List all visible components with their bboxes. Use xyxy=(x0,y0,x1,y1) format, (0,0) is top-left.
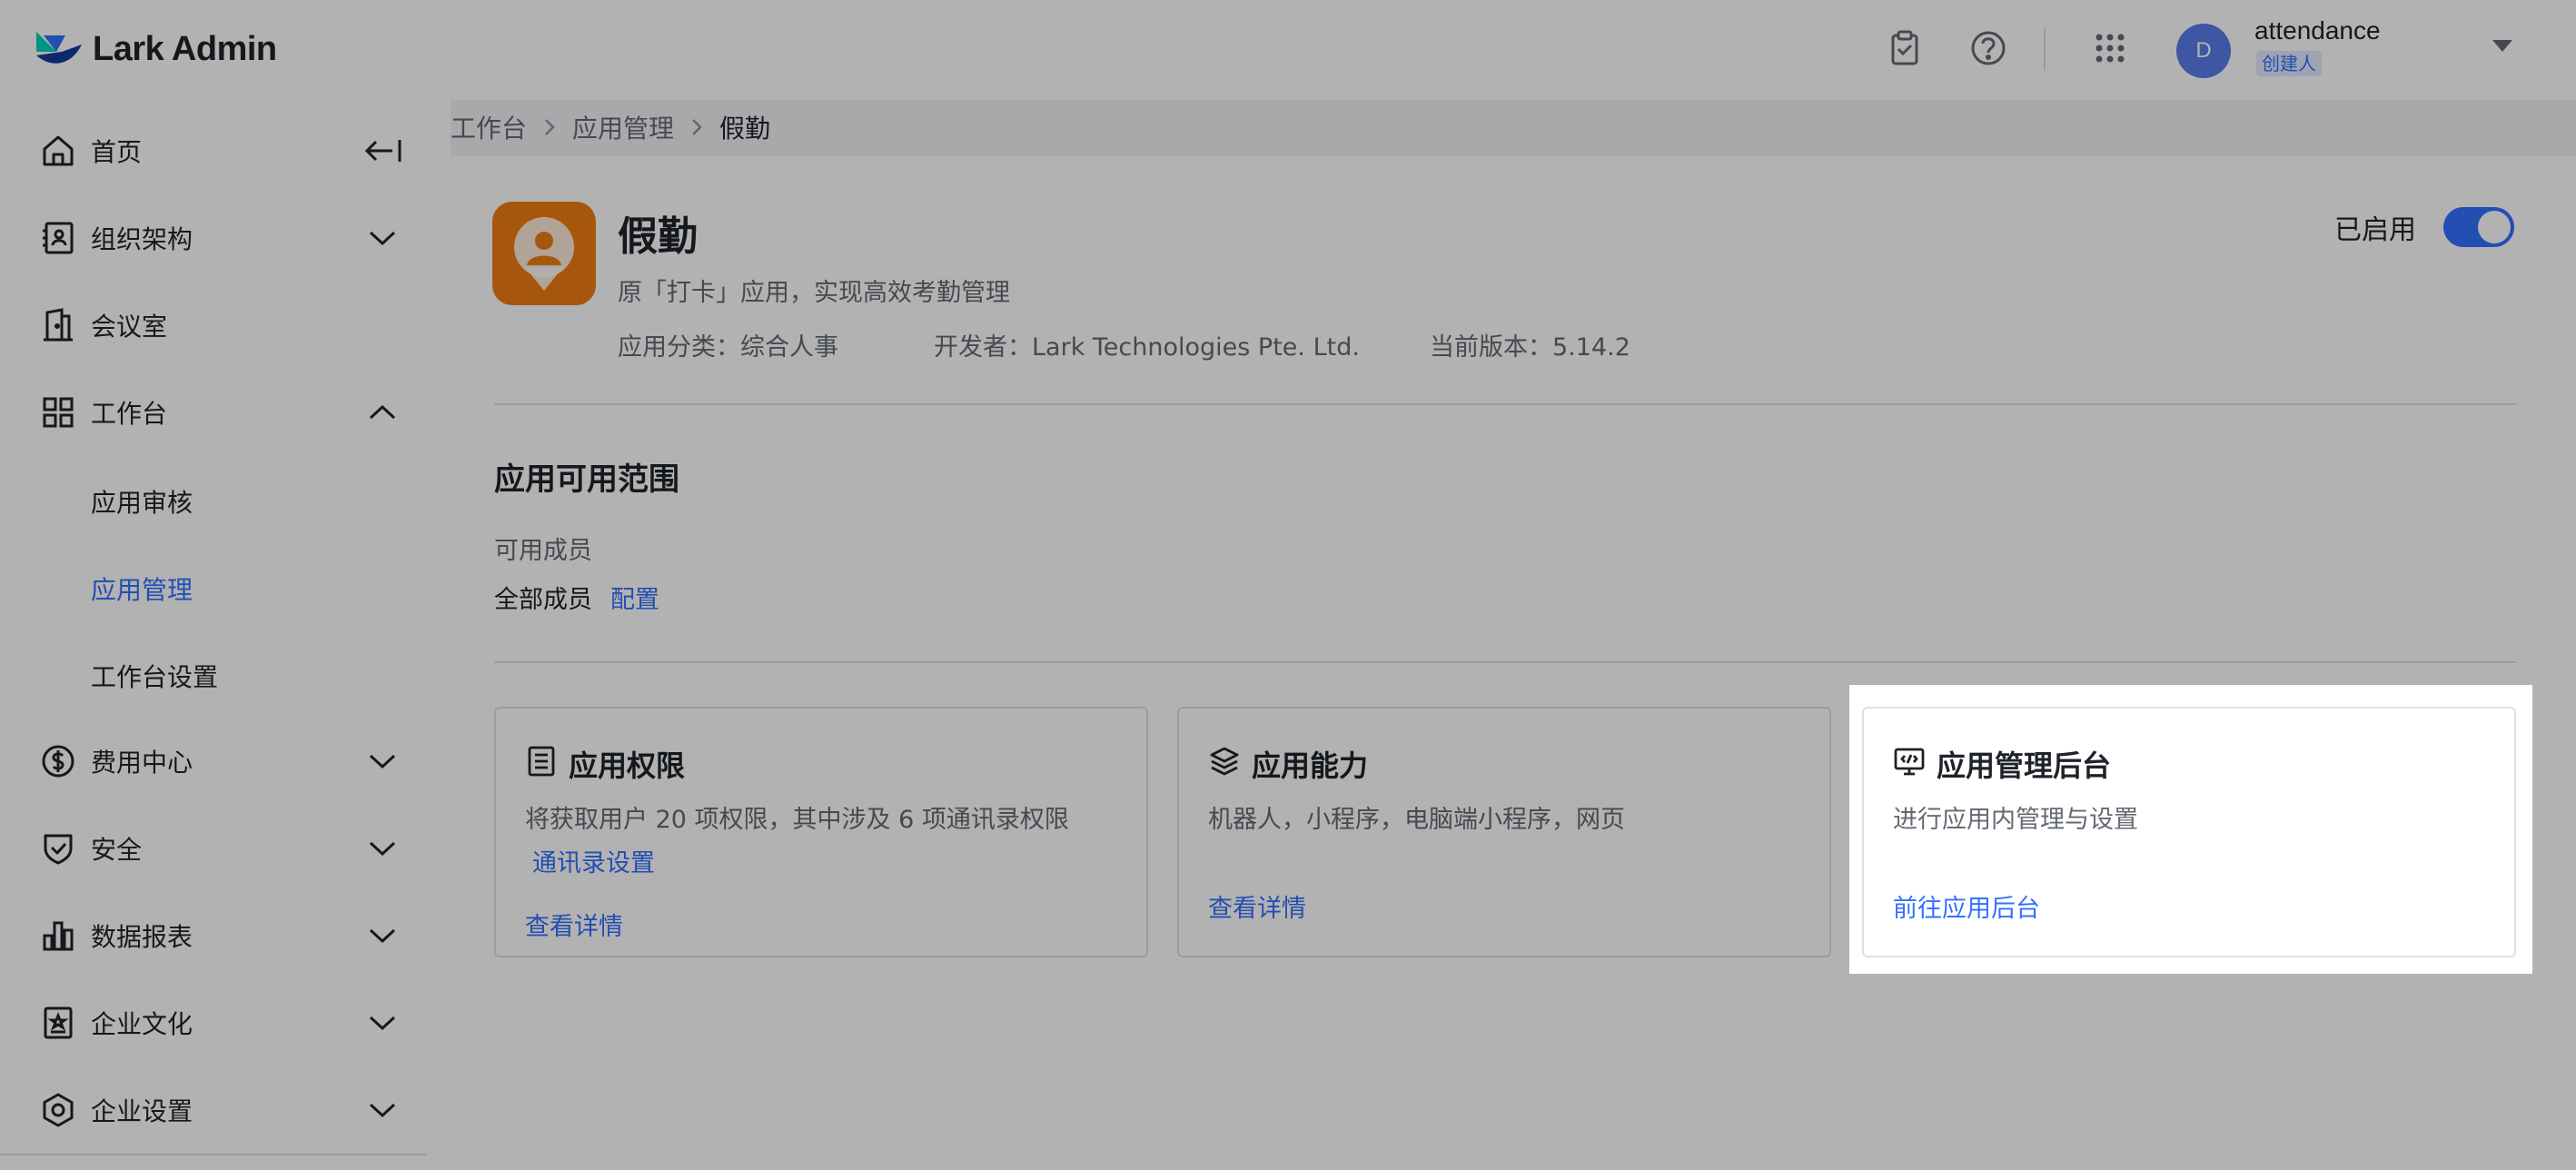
content-panel xyxy=(451,156,2576,1170)
bar-chart-icon xyxy=(40,917,76,954)
view-details-link[interactable]: 查看详情 xyxy=(525,907,623,942)
app-description: 原「打卡」应用，实现高效考勤管理 xyxy=(618,279,1010,307)
lark-logo-icon xyxy=(36,32,82,64)
contacts-settings-link[interactable]: 通讯录设置 xyxy=(532,843,655,878)
breadcrumb-workplace[interactable]: 工作台 xyxy=(451,109,527,145)
org-icon xyxy=(40,220,76,256)
header-separator xyxy=(2044,27,2046,71)
card-title: 应用权限 xyxy=(569,749,686,783)
chevron-down-icon xyxy=(369,754,396,769)
card-title: 应用管理后台 xyxy=(1937,749,2112,783)
go-to-admin-console-link[interactable]: 前往应用后台 xyxy=(1893,888,2040,924)
billing-icon xyxy=(40,743,76,779)
culture-icon xyxy=(40,1005,76,1041)
chevron-down-icon xyxy=(369,231,396,246)
enable-toggle[interactable] xyxy=(2443,207,2514,247)
sidebar-item-label: 费用中心 xyxy=(91,748,193,778)
document-list-icon xyxy=(528,746,555,777)
sidebar-subitem-app-management[interactable]: 应用管理 xyxy=(0,543,427,630)
chevron-down-icon xyxy=(369,1103,396,1118)
sidebar-item-settings[interactable]: 企业设置 xyxy=(0,1066,427,1154)
toggle-knob xyxy=(2478,211,2511,243)
sidebar-item-billing[interactable]: 费用中心 xyxy=(0,718,427,805)
sidebar-item-label: 企业文化 xyxy=(91,1009,193,1039)
sidebar-item-org[interactable]: 组织架构 xyxy=(0,194,427,282)
settings-icon xyxy=(40,1092,76,1128)
breadcrumb-app-management[interactable]: 应用管理 xyxy=(572,109,674,145)
card-app-capabilities: 应用能力 机器人，小程序，电脑端小程序，网页 查看详情 xyxy=(1177,707,1831,957)
view-details-link[interactable]: 查看详情 xyxy=(1208,888,1306,924)
caret-down-icon[interactable] xyxy=(2492,40,2512,53)
sidebar-item-home[interactable]: 首页 xyxy=(0,107,427,194)
sidebar-item-security[interactable]: 安全 xyxy=(0,805,427,892)
breadcrumb: 工作台 应用管理 假勤 xyxy=(451,107,770,147)
status-label: 已启用 xyxy=(2334,214,2416,246)
user-role-badge: 创建人 xyxy=(2256,51,2322,76)
app-name: 假勤 xyxy=(618,213,698,260)
card-app-permissions: 应用权限 将获取用户 20 项权限，其中涉及 6 项通讯录权限 通讯录设置 查看… xyxy=(494,707,1148,957)
chevron-right-icon xyxy=(545,119,555,135)
app-grid-icon[interactable] xyxy=(2089,27,2131,69)
sidebar-item-label: 安全 xyxy=(91,835,143,865)
sidebar-divider xyxy=(0,1154,427,1155)
logo-text: Lark Admin xyxy=(93,29,277,68)
chevron-down-icon xyxy=(369,928,396,944)
sidebar-item-workplace[interactable]: 工作台 xyxy=(0,369,427,456)
workplace-icon xyxy=(40,394,76,431)
layers-icon xyxy=(1210,747,1239,776)
chevron-down-icon xyxy=(369,841,396,857)
code-monitor-icon xyxy=(1894,748,1925,776)
help-icon[interactable] xyxy=(1967,27,2009,69)
sidebar-item-label: 首页 xyxy=(91,137,143,167)
card-description: 将获取用户 20 项权限，其中涉及 6 项通讯录权限 xyxy=(525,806,1069,834)
app-developer: 开发者：Lark Technologies Pte. Ltd. xyxy=(934,333,1360,362)
meeting-room-icon xyxy=(40,307,76,343)
card-title: 应用能力 xyxy=(1252,749,1369,783)
chevron-up-icon xyxy=(369,404,396,420)
scope-members-value: 全部成员 xyxy=(494,586,592,614)
sidebar-subitem-label: 应用管理 xyxy=(91,575,193,605)
divider xyxy=(494,403,2516,405)
location-person-icon xyxy=(514,217,574,291)
sidebar-subitem-workplace-settings[interactable]: 工作台设置 xyxy=(0,630,427,718)
lark-admin-logo[interactable]: Lark Admin xyxy=(35,27,277,71)
app-icon xyxy=(492,202,596,305)
app-version: 当前版本：5.14.2 xyxy=(1430,333,1630,362)
card-app-admin-console: 应用管理后台 进行应用内管理与设置 前往应用后台 xyxy=(1862,707,2516,957)
breadcrumb-current: 假勤 xyxy=(719,114,771,144)
configure-link[interactable]: 配置 xyxy=(610,580,659,615)
sidebar-item-label: 组织架构 xyxy=(91,224,193,254)
sidebar: 首页 组织架构 会议室 工作台 应用审核 应用管理 工作台设置 费用中心 安全 … xyxy=(0,100,451,1170)
avatar[interactable]: D xyxy=(2176,24,2231,78)
sidebar-item-label: 会议室 xyxy=(91,312,168,342)
sidebar-subitem-label: 应用审核 xyxy=(91,488,193,518)
chevron-down-icon xyxy=(369,1016,396,1031)
sidebar-subitem-label: 工作台设置 xyxy=(91,662,219,692)
sidebar-item-meeting-room[interactable]: 会议室 xyxy=(0,282,427,369)
sidebar-subitem-app-review[interactable]: 应用审核 xyxy=(0,456,427,543)
sidebar-item-label: 数据报表 xyxy=(91,922,193,952)
scope-members-label: 可用成员 xyxy=(494,537,592,565)
sidebar-item-label: 企业设置 xyxy=(91,1096,193,1126)
shield-icon xyxy=(40,830,76,867)
card-description: 进行应用内管理与设置 xyxy=(1893,806,2138,834)
divider xyxy=(494,661,2516,663)
user-name[interactable]: attendance xyxy=(2254,16,2381,45)
sidebar-item-label: 工作台 xyxy=(91,399,168,429)
top-bar: Lark Admin D attendance 创建人 xyxy=(0,0,2576,100)
card-description: 机器人，小程序，电脑端小程序，网页 xyxy=(1208,806,1625,834)
scope-section-title: 应用可用范围 xyxy=(494,461,679,498)
home-icon xyxy=(40,133,76,169)
sidebar-item-reports[interactable]: 数据报表 xyxy=(0,892,427,979)
chevron-right-icon xyxy=(692,119,702,135)
app-category: 应用分类：综合人事 xyxy=(618,333,838,362)
clipboard-check-icon[interactable] xyxy=(1884,27,1926,69)
collapse-sidebar-icon[interactable] xyxy=(363,134,403,167)
sidebar-item-culture[interactable]: 企业文化 xyxy=(0,979,427,1066)
